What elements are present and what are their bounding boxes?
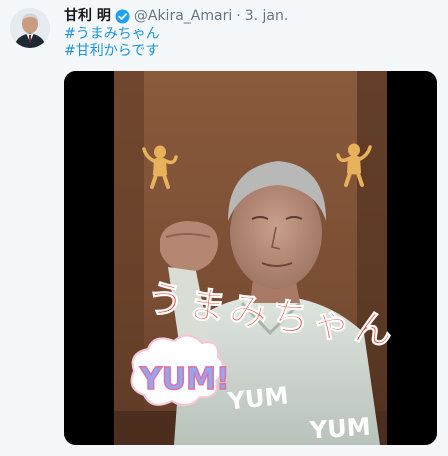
- avatar[interactable]: [10, 8, 50, 48]
- avatar-image: [10, 8, 50, 48]
- yum-sticker-small: YUM: [308, 412, 372, 444]
- hashtag-umami-chan[interactable]: #うまみちゃん: [64, 26, 160, 43]
- tweet-header: 甘利 明 @Akira_Amari · 3. jan.: [64, 6, 288, 26]
- tweet-date[interactable]: 3. jan.: [245, 7, 289, 25]
- next-tweet-edge: [64, 452, 104, 456]
- verified-badge-icon: [115, 9, 130, 24]
- video-player[interactable]: うまみちゃん YUM! YUM YUM: [64, 71, 437, 445]
- header-separator: ·: [236, 8, 241, 24]
- video-frame: うまみちゃん YUM! YUM YUM: [64, 71, 437, 445]
- tweet-text: #うまみちゃん #甘利からです: [64, 26, 160, 60]
- author-name[interactable]: 甘利 明: [64, 7, 111, 25]
- svg-text:YUM!: YUM!: [139, 362, 230, 397]
- tweet-card[interactable]: 甘利 明 @Akira_Amari · 3. jan. #うまみちゃん #甘利か…: [0, 0, 448, 456]
- hashtag-amari-kara-desu[interactable]: #甘利からです: [64, 43, 160, 60]
- author-handle[interactable]: @Akira_Amari: [134, 7, 232, 25]
